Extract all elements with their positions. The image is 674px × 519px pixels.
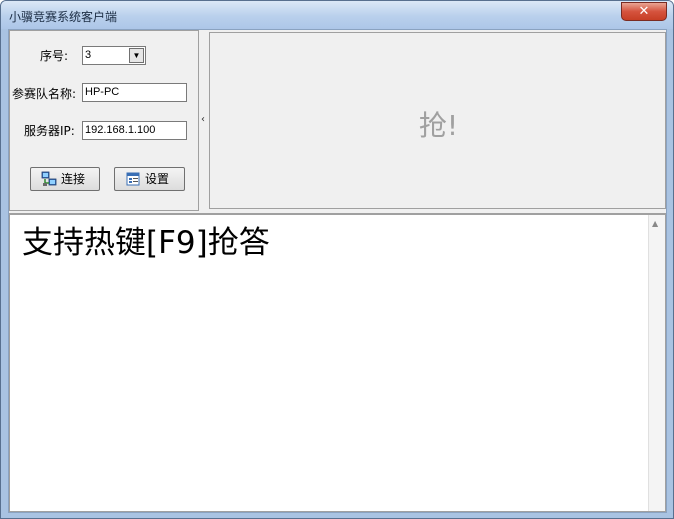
team-name-value: HP-PC <box>85 86 120 98</box>
connect-button[interactable]: 连接 <box>30 167 100 191</box>
hotkey-message: 支持热键[F9]抢答 <box>22 225 270 261</box>
seq-value: 3 <box>85 49 92 61</box>
team-name-input[interactable]: HP-PC <box>82 83 187 102</box>
connection-panel: 序号: 3 ▼ 参赛队名称: HP-PC 服务器IP: 192.168.1.10… <box>9 30 199 211</box>
settings-button[interactable]: 设置 <box>114 167 185 191</box>
close-button[interactable]: ✕ <box>621 2 667 21</box>
window-title: 小骥竞赛系统客户端 <box>9 10 118 24</box>
settings-dialog-icon <box>126 172 140 186</box>
scroll-up-icon[interactable]: ▲ <box>652 219 658 228</box>
connect-network-icon <box>41 171 57 186</box>
settings-button-label: 设置 <box>145 172 170 186</box>
chevron-left-icon[interactable]: ‹ <box>201 114 205 125</box>
team-name-label: 参赛队名称: <box>12 87 77 101</box>
vertical-scrollbar[interactable]: ▲ <box>648 215 665 511</box>
server-ip-label: 服务器IP: <box>24 124 75 138</box>
seq-label: 序号: <box>40 49 69 63</box>
connect-button-label: 连接 <box>61 172 86 186</box>
title-bar[interactable]: 小骥竞赛系统客户端 ✕ <box>1 1 673 29</box>
grab-answer-panel[interactable]: 抢! <box>209 32 666 209</box>
app-window: 小骥竞赛系统客户端 ✕ 序号: 3 ▼ 参赛队名称: HP-PC 服务器IP: … <box>0 0 674 519</box>
grab-answer-label: 抢! <box>418 109 459 142</box>
client-area: 序号: 3 ▼ 参赛队名称: HP-PC 服务器IP: 192.168.1.10… <box>8 29 667 513</box>
seq-select[interactable]: 3 ▼ <box>82 46 146 65</box>
vertical-splitter[interactable]: ‹ <box>199 30 209 211</box>
server-ip-input[interactable]: 192.168.1.100 <box>82 121 187 140</box>
close-icon: ✕ <box>638 4 650 19</box>
chevron-down-icon[interactable]: ▼ <box>129 48 144 63</box>
server-ip-value: 192.168.1.100 <box>85 124 156 136</box>
message-area[interactable]: 支持热键[F9]抢答 ▲ <box>9 214 666 512</box>
